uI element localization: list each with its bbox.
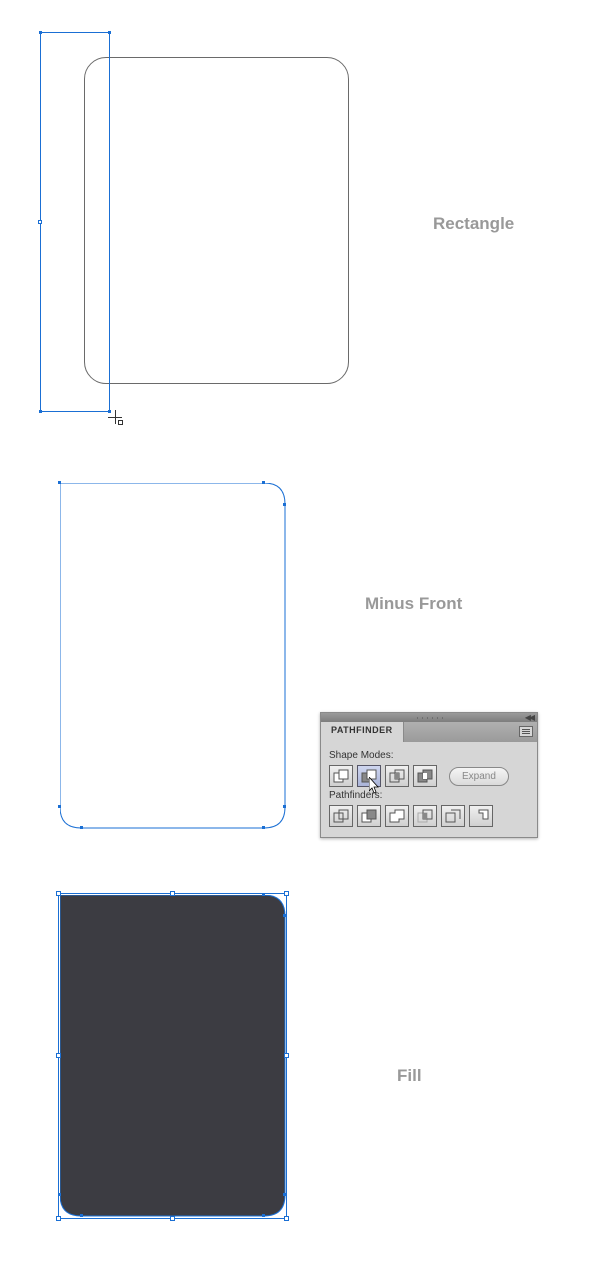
minus-back-icon — [473, 809, 489, 823]
bbox-handle[interactable] — [284, 1216, 289, 1221]
bounding-box[interactable] — [58, 893, 287, 1219]
exclude-icon — [417, 769, 433, 783]
crosshair-cursor-icon — [108, 410, 124, 426]
bbox-handle[interactable] — [56, 891, 61, 896]
anchor-point[interactable] — [262, 481, 265, 484]
anchor-point[interactable] — [38, 220, 42, 224]
pathfinder-tab[interactable]: PATHFINDER — [321, 722, 404, 742]
panel-body: Shape Modes: Expand Pathfinders: — [321, 742, 537, 837]
anchor-point[interactable] — [108, 31, 111, 34]
rounded-rectangle-shape[interactable] — [84, 57, 349, 384]
step-label-rectangle: Rectangle — [433, 214, 514, 234]
exclude-button[interactable] — [413, 765, 437, 787]
panel-menu-icon[interactable] — [519, 726, 533, 737]
outline-icon — [445, 809, 461, 823]
anchor-point[interactable] — [58, 481, 61, 484]
anchor-point[interactable] — [262, 826, 265, 829]
trim-icon — [361, 809, 377, 823]
shape-modes-row: Expand — [329, 765, 529, 787]
bbox-handle[interactable] — [56, 1053, 61, 1058]
pathfinders-row — [329, 805, 529, 827]
panel-tabbar: PATHFINDER — [321, 722, 537, 742]
anchor-point[interactable] — [39, 410, 42, 413]
shape-modes-label: Shape Modes: — [329, 750, 529, 761]
unite-button[interactable] — [329, 765, 353, 787]
anchor-point[interactable] — [283, 503, 286, 506]
minus-front-icon — [361, 769, 377, 783]
anchor-point[interactable] — [80, 826, 83, 829]
pathfinder-panel[interactable]: ◀◀ PATHFINDER Shape Modes: Expand — [320, 712, 538, 838]
divide-icon — [333, 809, 349, 823]
merge-icon — [389, 809, 405, 823]
intersect-button[interactable] — [385, 765, 409, 787]
outline-button[interactable] — [441, 805, 465, 827]
merge-button[interactable] — [385, 805, 409, 827]
anchor-point[interactable] — [58, 805, 61, 808]
step-label-minus-front: Minus Front — [365, 594, 462, 614]
intersect-icon — [389, 769, 405, 783]
bbox-handle[interactable] — [284, 891, 289, 896]
minus-front-button[interactable] — [357, 765, 381, 787]
crop-icon — [417, 809, 433, 823]
minus-front-result-shape[interactable] — [60, 483, 285, 828]
panel-grip[interactable]: ◀◀ — [321, 713, 537, 722]
filled-shape-selected[interactable] — [60, 895, 285, 1217]
anchor-point[interactable] — [283, 805, 286, 808]
trim-button[interactable] — [357, 805, 381, 827]
anchor-point[interactable] — [39, 31, 42, 34]
grip-dots-icon — [415, 716, 443, 720]
bbox-handle[interactable] — [56, 1216, 61, 1221]
unite-icon — [333, 769, 349, 783]
minus-back-button[interactable] — [469, 805, 493, 827]
divide-button[interactable] — [329, 805, 353, 827]
pathfinders-label: Pathfinders: — [329, 790, 529, 801]
expand-button[interactable]: Expand — [449, 767, 509, 786]
bbox-handle[interactable] — [284, 1053, 289, 1058]
collapse-arrows-icon[interactable]: ◀◀ — [525, 713, 533, 722]
step-label-fill: Fill — [397, 1066, 422, 1086]
bbox-handle[interactable] — [170, 1216, 175, 1221]
bbox-handle[interactable] — [170, 891, 175, 896]
selection-rectangle[interactable] — [40, 32, 110, 412]
crop-button[interactable] — [413, 805, 437, 827]
